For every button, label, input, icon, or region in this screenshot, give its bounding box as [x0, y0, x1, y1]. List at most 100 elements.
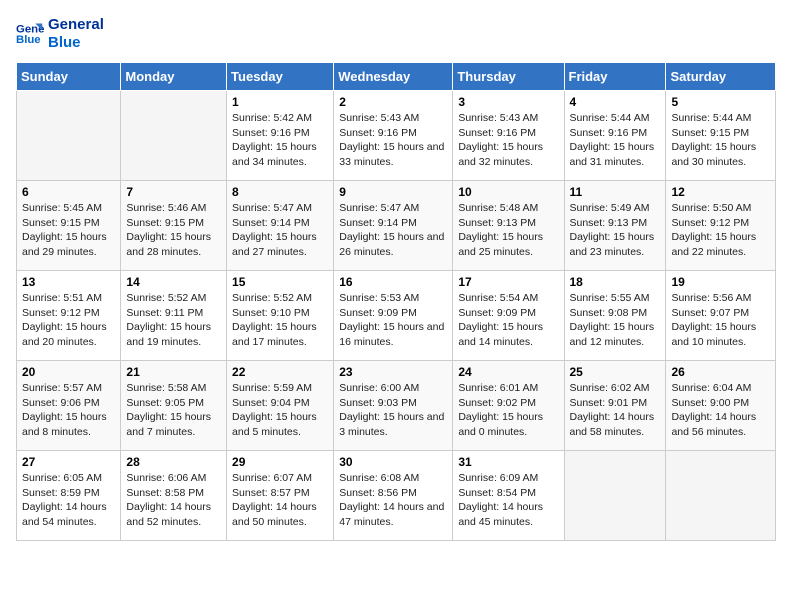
day-detail: Sunrise: 5:53 AM Sunset: 9:09 PM Dayligh… [339, 291, 447, 350]
day-detail: Sunrise: 6:02 AM Sunset: 9:01 PM Dayligh… [570, 381, 661, 440]
day-detail: Sunrise: 5:57 AM Sunset: 9:06 PM Dayligh… [22, 381, 115, 440]
week-row-4: 20 Sunrise: 5:57 AM Sunset: 9:06 PM Dayl… [17, 361, 776, 451]
day-number: 29 [232, 455, 328, 469]
day-number: 13 [22, 275, 115, 289]
day-number: 23 [339, 365, 447, 379]
week-row-3: 13 Sunrise: 5:51 AM Sunset: 9:12 PM Dayl… [17, 271, 776, 361]
day-number: 7 [126, 185, 221, 199]
calendar-cell: 17 Sunrise: 5:54 AM Sunset: 9:09 PM Dayl… [453, 271, 564, 361]
calendar-cell: 14 Sunrise: 5:52 AM Sunset: 9:11 PM Dayl… [121, 271, 227, 361]
day-number: 19 [671, 275, 770, 289]
logo-icon: General Blue [16, 20, 44, 48]
day-detail: Sunrise: 5:43 AM Sunset: 9:16 PM Dayligh… [458, 111, 558, 170]
week-row-1: 1 Sunrise: 5:42 AM Sunset: 9:16 PM Dayli… [17, 91, 776, 181]
day-number: 3 [458, 95, 558, 109]
calendar-cell: 11 Sunrise: 5:49 AM Sunset: 9:13 PM Dayl… [564, 181, 666, 271]
day-detail: Sunrise: 5:45 AM Sunset: 9:15 PM Dayligh… [22, 201, 115, 260]
calendar-cell: 19 Sunrise: 5:56 AM Sunset: 9:07 PM Dayl… [666, 271, 776, 361]
calendar-cell: 22 Sunrise: 5:59 AM Sunset: 9:04 PM Dayl… [227, 361, 334, 451]
day-detail: Sunrise: 5:42 AM Sunset: 9:16 PM Dayligh… [232, 111, 328, 170]
calendar-cell [121, 91, 227, 181]
day-number: 22 [232, 365, 328, 379]
calendar-cell: 16 Sunrise: 5:53 AM Sunset: 9:09 PM Dayl… [334, 271, 453, 361]
svg-text:Blue: Blue [16, 34, 41, 46]
day-detail: Sunrise: 5:49 AM Sunset: 9:13 PM Dayligh… [570, 201, 661, 260]
day-number: 1 [232, 95, 328, 109]
calendar-cell: 4 Sunrise: 5:44 AM Sunset: 9:16 PM Dayli… [564, 91, 666, 181]
calendar-cell: 2 Sunrise: 5:43 AM Sunset: 9:16 PM Dayli… [334, 91, 453, 181]
day-detail: Sunrise: 5:50 AM Sunset: 9:12 PM Dayligh… [671, 201, 770, 260]
day-detail: Sunrise: 6:01 AM Sunset: 9:02 PM Dayligh… [458, 381, 558, 440]
calendar-cell: 13 Sunrise: 5:51 AM Sunset: 9:12 PM Dayl… [17, 271, 121, 361]
week-row-5: 27 Sunrise: 6:05 AM Sunset: 8:59 PM Dayl… [17, 451, 776, 541]
day-number: 31 [458, 455, 558, 469]
day-number: 9 [339, 185, 447, 199]
day-detail: Sunrise: 5:44 AM Sunset: 9:16 PM Dayligh… [570, 111, 661, 170]
calendar-cell: 3 Sunrise: 5:43 AM Sunset: 9:16 PM Dayli… [453, 91, 564, 181]
day-detail: Sunrise: 5:44 AM Sunset: 9:15 PM Dayligh… [671, 111, 770, 170]
calendar-cell [17, 91, 121, 181]
calendar-cell: 12 Sunrise: 5:50 AM Sunset: 9:12 PM Dayl… [666, 181, 776, 271]
day-detail: Sunrise: 5:55 AM Sunset: 9:08 PM Dayligh… [570, 291, 661, 350]
day-number: 28 [126, 455, 221, 469]
header-thursday: Thursday [453, 63, 564, 91]
logo: General Blue General Blue [16, 16, 104, 52]
header-friday: Friday [564, 63, 666, 91]
calendar-cell: 6 Sunrise: 5:45 AM Sunset: 9:15 PM Dayli… [17, 181, 121, 271]
day-detail: Sunrise: 5:58 AM Sunset: 9:05 PM Dayligh… [126, 381, 221, 440]
calendar-cell: 29 Sunrise: 6:07 AM Sunset: 8:57 PM Dayl… [227, 451, 334, 541]
day-number: 30 [339, 455, 447, 469]
calendar-cell: 8 Sunrise: 5:47 AM Sunset: 9:14 PM Dayli… [227, 181, 334, 271]
day-number: 12 [671, 185, 770, 199]
day-number: 20 [22, 365, 115, 379]
calendar-cell: 28 Sunrise: 6:06 AM Sunset: 8:58 PM Dayl… [121, 451, 227, 541]
calendar-cell: 24 Sunrise: 6:01 AM Sunset: 9:02 PM Dayl… [453, 361, 564, 451]
calendar-cell: 18 Sunrise: 5:55 AM Sunset: 9:08 PM Dayl… [564, 271, 666, 361]
day-detail: Sunrise: 6:08 AM Sunset: 8:56 PM Dayligh… [339, 471, 447, 530]
header-wednesday: Wednesday [334, 63, 453, 91]
calendar-cell: 5 Sunrise: 5:44 AM Sunset: 9:15 PM Dayli… [666, 91, 776, 181]
day-number: 15 [232, 275, 328, 289]
calendar-table: SundayMondayTuesdayWednesdayThursdayFrid… [16, 62, 776, 541]
calendar-cell [666, 451, 776, 541]
day-number: 6 [22, 185, 115, 199]
day-number: 27 [22, 455, 115, 469]
header-monday: Monday [121, 63, 227, 91]
day-detail: Sunrise: 5:52 AM Sunset: 9:10 PM Dayligh… [232, 291, 328, 350]
day-number: 14 [126, 275, 221, 289]
calendar-cell: 26 Sunrise: 6:04 AM Sunset: 9:00 PM Dayl… [666, 361, 776, 451]
day-detail: Sunrise: 5:48 AM Sunset: 9:13 PM Dayligh… [458, 201, 558, 260]
day-detail: Sunrise: 5:56 AM Sunset: 9:07 PM Dayligh… [671, 291, 770, 350]
calendar-cell: 31 Sunrise: 6:09 AM Sunset: 8:54 PM Dayl… [453, 451, 564, 541]
day-detail: Sunrise: 6:05 AM Sunset: 8:59 PM Dayligh… [22, 471, 115, 530]
calendar-cell: 15 Sunrise: 5:52 AM Sunset: 9:10 PM Dayl… [227, 271, 334, 361]
day-number: 8 [232, 185, 328, 199]
week-row-2: 6 Sunrise: 5:45 AM Sunset: 9:15 PM Dayli… [17, 181, 776, 271]
day-detail: Sunrise: 5:47 AM Sunset: 9:14 PM Dayligh… [232, 201, 328, 260]
day-detail: Sunrise: 5:47 AM Sunset: 9:14 PM Dayligh… [339, 201, 447, 260]
day-detail: Sunrise: 5:54 AM Sunset: 9:09 PM Dayligh… [458, 291, 558, 350]
day-number: 4 [570, 95, 661, 109]
calendar-header-row: SundayMondayTuesdayWednesdayThursdayFrid… [17, 63, 776, 91]
calendar-cell: 23 Sunrise: 6:00 AM Sunset: 9:03 PM Dayl… [334, 361, 453, 451]
calendar-cell: 10 Sunrise: 5:48 AM Sunset: 9:13 PM Dayl… [453, 181, 564, 271]
day-detail: Sunrise: 5:43 AM Sunset: 9:16 PM Dayligh… [339, 111, 447, 170]
day-number: 11 [570, 185, 661, 199]
header-tuesday: Tuesday [227, 63, 334, 91]
day-detail: Sunrise: 6:00 AM Sunset: 9:03 PM Dayligh… [339, 381, 447, 440]
calendar-cell [564, 451, 666, 541]
day-detail: Sunrise: 6:04 AM Sunset: 9:00 PM Dayligh… [671, 381, 770, 440]
day-number: 2 [339, 95, 447, 109]
day-number: 17 [458, 275, 558, 289]
header-saturday: Saturday [666, 63, 776, 91]
logo-text: General Blue [48, 16, 104, 52]
day-number: 5 [671, 95, 770, 109]
header-sunday: Sunday [17, 63, 121, 91]
day-number: 25 [570, 365, 661, 379]
calendar-cell: 25 Sunrise: 6:02 AM Sunset: 9:01 PM Dayl… [564, 361, 666, 451]
day-number: 21 [126, 365, 221, 379]
day-detail: Sunrise: 6:07 AM Sunset: 8:57 PM Dayligh… [232, 471, 328, 530]
day-detail: Sunrise: 5:52 AM Sunset: 9:11 PM Dayligh… [126, 291, 221, 350]
calendar-cell: 9 Sunrise: 5:47 AM Sunset: 9:14 PM Dayli… [334, 181, 453, 271]
calendar-cell: 21 Sunrise: 5:58 AM Sunset: 9:05 PM Dayl… [121, 361, 227, 451]
